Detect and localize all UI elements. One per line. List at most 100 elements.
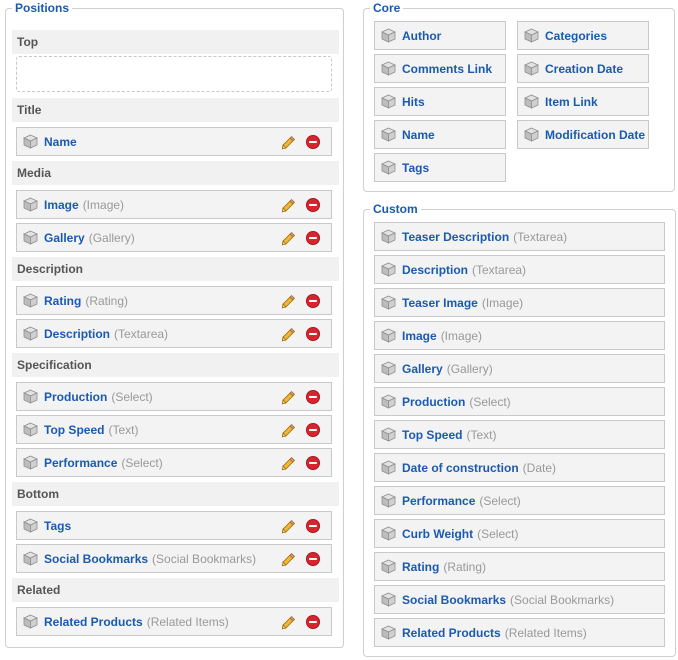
cube-icon — [381, 262, 396, 277]
remove-icon[interactable] — [305, 518, 321, 534]
pencil-icon[interactable] — [281, 230, 297, 246]
element-type: (Related Items) — [146, 614, 229, 629]
element-item-top-speed[interactable]: Top Speed (Text) — [16, 415, 332, 444]
pencil-icon[interactable] — [281, 455, 297, 471]
item-actions — [281, 422, 321, 438]
remove-icon[interactable] — [305, 326, 321, 342]
core-item-item-link[interactable]: Item Link — [517, 87, 649, 116]
dropzone-top[interactable] — [16, 56, 332, 92]
remove-icon[interactable] — [305, 230, 321, 246]
cube-icon — [23, 518, 38, 533]
element-name: Performance — [44, 455, 118, 470]
element-item-social-bookmarks[interactable]: Social Bookmarks (Social Bookmarks) — [374, 585, 665, 614]
core-item-creation-date[interactable]: Creation Date — [517, 54, 649, 83]
element-item-production[interactable]: Production (Select) — [16, 382, 332, 411]
item-actions — [281, 389, 321, 405]
element-name: Date of construction — [402, 460, 519, 475]
element-name: Image — [402, 328, 437, 343]
pencil-icon[interactable] — [281, 293, 297, 309]
pencil-icon[interactable] — [281, 551, 297, 567]
element-item-image[interactable]: Image (Image) — [374, 321, 665, 350]
core-item-comments-link[interactable]: Comments Link — [374, 54, 506, 83]
cube-icon — [381, 625, 396, 640]
cube-icon — [381, 295, 396, 310]
core-item-modification-date[interactable]: Modification Date — [517, 120, 649, 149]
element-type: (Social Bookmarks) — [152, 551, 257, 566]
remove-icon[interactable] — [305, 455, 321, 471]
remove-icon[interactable] — [305, 389, 321, 405]
item-actions — [281, 551, 321, 567]
element-item-production[interactable]: Production (Select) — [374, 387, 665, 416]
positions-legend: Positions — [12, 0, 73, 16]
core-item-author[interactable]: Author — [374, 21, 506, 50]
element-item-rating[interactable]: Rating (Rating) — [374, 552, 665, 581]
remove-icon[interactable] — [305, 551, 321, 567]
element-name: Gallery — [44, 230, 85, 245]
group-header-related: Related — [12, 578, 339, 602]
core-item-categories[interactable]: Categories — [517, 21, 649, 50]
core-item-tags[interactable]: Tags — [374, 153, 506, 182]
element-item-performance[interactable]: Performance (Select) — [374, 486, 665, 515]
element-item-rating[interactable]: Rating (Rating) — [16, 286, 332, 315]
element-name: Name — [44, 134, 77, 149]
element-item-description[interactable]: Description (Textarea) — [16, 319, 332, 348]
pencil-icon[interactable] — [281, 134, 297, 150]
cube-icon — [381, 592, 396, 607]
cube-icon — [381, 328, 396, 343]
element-name: Tags — [44, 518, 72, 533]
element-item-teaser-description[interactable]: Teaser Description (Textarea) — [374, 222, 665, 251]
pencil-icon[interactable] — [281, 389, 297, 405]
pencil-icon[interactable] — [281, 518, 297, 534]
element-type: (Image) — [440, 328, 483, 343]
element-name: Gallery — [402, 361, 443, 376]
remove-icon[interactable] — [305, 614, 321, 630]
element-item-social-bookmarks[interactable]: Social Bookmarks (Social Bookmarks) — [16, 544, 332, 573]
element-type: (Textarea) — [513, 229, 568, 244]
element-item-gallery[interactable]: Gallery (Gallery) — [374, 354, 665, 383]
pencil-icon[interactable] — [281, 326, 297, 342]
core-item-hits[interactable]: Hits — [374, 87, 506, 116]
pencil-icon[interactable] — [281, 197, 297, 213]
element-item-date-of-construction[interactable]: Date of construction (Date) — [374, 453, 665, 482]
element-item-image[interactable]: Image (Image) — [16, 190, 332, 219]
element-item-related-products[interactable]: Related Products (Related Items) — [374, 618, 665, 647]
remove-icon[interactable] — [305, 197, 321, 213]
element-name: Performance — [402, 493, 476, 508]
group-header-media: Media — [12, 161, 339, 185]
element-type: (Select) — [477, 526, 519, 541]
element-name: Tags — [402, 160, 430, 175]
element-item-teaser-image[interactable]: Teaser Image (Image) — [374, 288, 665, 317]
pencil-icon[interactable] — [281, 422, 297, 438]
cube-icon — [23, 389, 38, 404]
cube-icon — [23, 551, 38, 566]
group-header-bottom: Bottom — [12, 482, 339, 506]
element-name: Image — [44, 197, 79, 212]
pencil-icon[interactable] — [281, 614, 297, 630]
core-item-name[interactable]: Name — [374, 120, 506, 149]
cube-icon — [381, 526, 396, 541]
element-item-description[interactable]: Description (Textarea) — [374, 255, 665, 284]
element-type: (Image) — [481, 295, 524, 310]
element-name: Hits — [402, 94, 425, 109]
element-type: (Gallery) — [88, 230, 135, 245]
element-item-tags[interactable]: Tags — [16, 511, 332, 540]
element-item-curb-weight[interactable]: Curb Weight (Select) — [374, 519, 665, 548]
item-actions — [281, 518, 321, 534]
element-type: (Text) — [108, 422, 139, 437]
item-actions — [281, 197, 321, 213]
element-name: Production — [44, 389, 108, 404]
element-name: Related Products — [44, 614, 143, 629]
element-name: Comments Link — [402, 61, 493, 76]
remove-icon[interactable] — [305, 422, 321, 438]
remove-icon[interactable] — [305, 293, 321, 309]
element-item-related-products[interactable]: Related Products (Related Items) — [16, 607, 332, 636]
element-item-gallery[interactable]: Gallery (Gallery) — [16, 223, 332, 252]
element-item-top-speed[interactable]: Top Speed (Text) — [374, 420, 665, 449]
element-item-performance[interactable]: Performance (Select) — [16, 448, 332, 477]
element-item-name[interactable]: Name — [16, 127, 332, 156]
element-name: Creation Date — [545, 61, 624, 76]
item-actions — [281, 455, 321, 471]
cube-icon — [381, 559, 396, 574]
remove-icon[interactable] — [305, 134, 321, 150]
cube-icon — [23, 455, 38, 470]
